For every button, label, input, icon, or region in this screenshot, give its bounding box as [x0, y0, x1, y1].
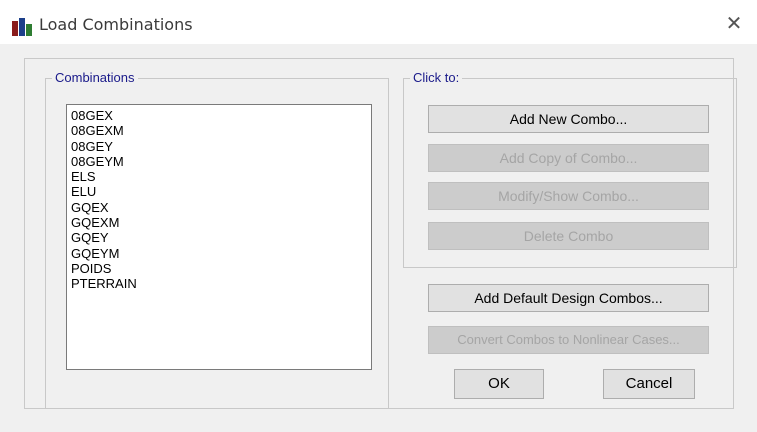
- list-item[interactable]: 08GEXM: [71, 123, 371, 138]
- combinations-group-label: Combinations: [52, 70, 138, 85]
- add-new-combo-button[interactable]: Add New Combo...: [428, 105, 709, 133]
- add-copy-combo-label: Add Copy of Combo...: [499, 150, 638, 166]
- combinations-group: Combinations 08GEX 08GEXM 08GEY 08GEYM ELS EL…: [45, 70, 389, 409]
- modify-show-combo-button[interactable]: Modify/Show Combo...: [428, 182, 709, 210]
- list-item[interactable]: 08GEY: [71, 139, 371, 154]
- list-item[interactable]: GQEX: [71, 200, 371, 215]
- add-default-design-combos-label: Add Default Design Combos...: [474, 290, 663, 306]
- delete-combo-button[interactable]: Delete Combo: [428, 222, 709, 250]
- list-item[interactable]: 08GEYM: [71, 154, 371, 169]
- convert-combos-button[interactable]: Convert Combos to Nonlinear Cases...: [428, 326, 709, 354]
- window-title: Load Combinations: [39, 15, 193, 34]
- app-load-combo-icon: [12, 18, 32, 36]
- list-item[interactable]: ELU: [71, 184, 371, 199]
- modify-show-combo-label: Modify/Show Combo...: [498, 188, 639, 204]
- click-to-group-label: Click to:: [410, 70, 463, 85]
- combinations-listbox[interactable]: 08GEX 08GEXM 08GEY 08GEYM ELS ELU GQEX GQEXM GQE…: [66, 104, 372, 370]
- add-new-combo-label: Add New Combo...: [509, 111, 628, 127]
- cancel-button[interactable]: Cancel: [603, 369, 695, 399]
- delete-combo-label: Delete Combo: [523, 228, 614, 244]
- title-bar: Load Combinations ✕: [0, 0, 757, 44]
- convert-combos-label: Convert Combos to Nonlinear Cases...: [457, 332, 680, 347]
- list-item[interactable]: 08GEX: [71, 108, 371, 123]
- list-item[interactable]: GQEXM: [71, 215, 371, 230]
- ok-button[interactable]: OK: [454, 369, 544, 399]
- ok-label: OK: [488, 375, 510, 392]
- add-default-design-combos-button[interactable]: Add Default Design Combos...: [428, 284, 709, 312]
- list-item[interactable]: ELS: [71, 169, 371, 184]
- list-item[interactable]: POIDS: [71, 261, 371, 276]
- cancel-label: Cancel: [625, 375, 673, 392]
- close-icon[interactable]: ✕: [711, 8, 757, 38]
- dialog-body: Combinations 08GEX 08GEXM 08GEY 08GEYM ELS EL…: [10, 44, 748, 422]
- list-item[interactable]: GQEYM: [71, 246, 371, 261]
- list-item[interactable]: GQEY: [71, 230, 371, 245]
- list-item[interactable]: PTERRAIN: [71, 276, 371, 291]
- add-copy-combo-button[interactable]: Add Copy of Combo...: [428, 144, 709, 172]
